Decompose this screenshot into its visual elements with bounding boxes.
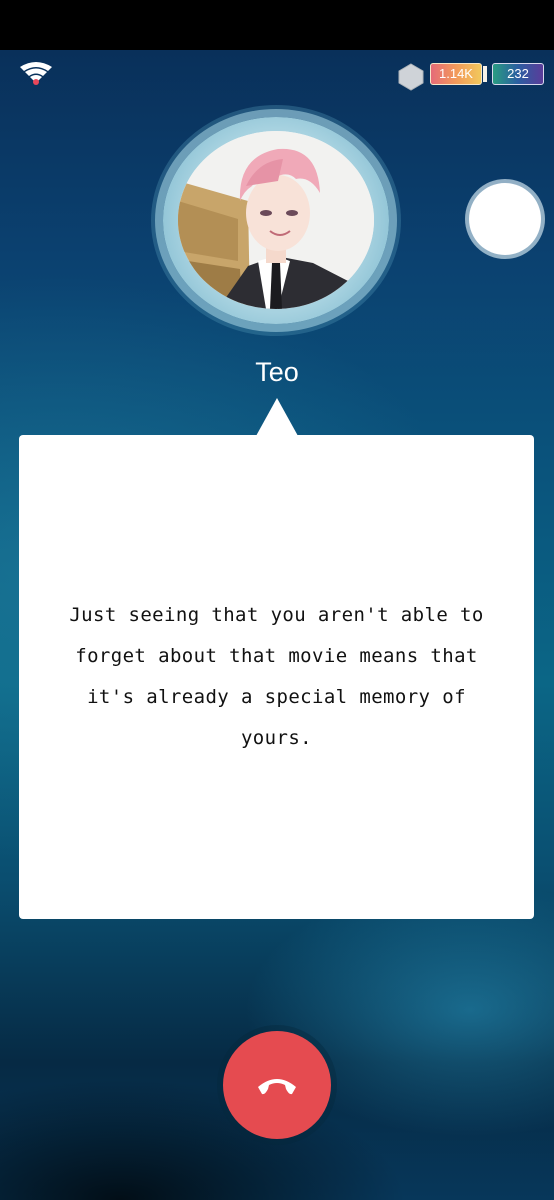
wifi-signal-icon [20,62,52,85]
call-screen: 1.14K 232 Teo Just seeing that you aren'… [0,0,554,1200]
caller-avatar [178,131,374,309]
system-status-bar [0,0,554,50]
battery-counter[interactable]: 232 [492,63,544,85]
caller-name: Teo [255,357,299,387]
counter-divider-icon [483,66,487,82]
call-message: Just seeing that you aren't able to forg… [69,604,484,749]
floating-button[interactable] [469,183,541,255]
hexagon-gem-icon[interactable] [397,63,425,91]
hourglass-counter[interactable]: 1.14K [430,63,482,85]
phone-hangup-icon [258,1079,296,1095]
speech-bubble-tail [256,398,298,436]
end-call-button[interactable] [223,1031,331,1139]
speech-bubble: Just seeing that you aren't able to forg… [19,435,534,919]
